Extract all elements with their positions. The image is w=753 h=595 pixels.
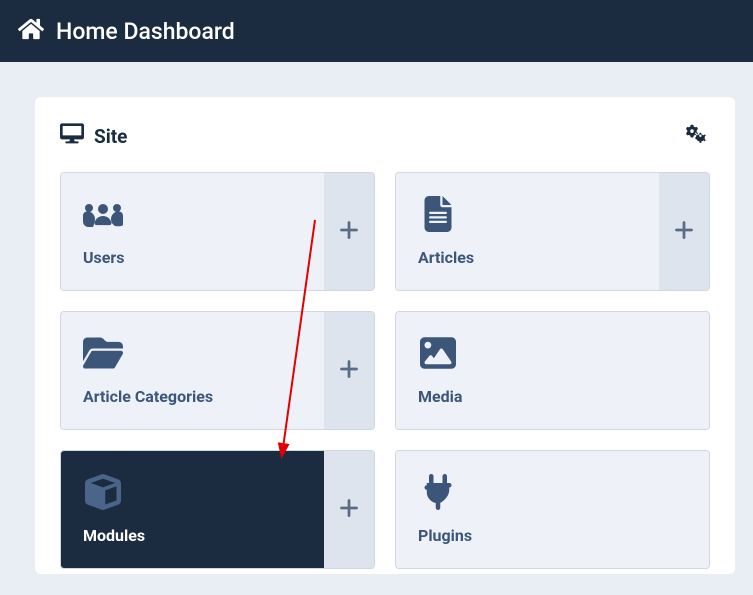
tile-plugins[interactable]: Plugins <box>395 450 710 569</box>
panel-title: Site <box>60 122 127 150</box>
plug-icon <box>418 474 687 514</box>
add-article-button[interactable] <box>659 173 709 290</box>
tile-main-articles[interactable]: Articles <box>396 173 659 290</box>
home-icon <box>18 16 44 46</box>
tile-label-media: Media <box>418 387 687 406</box>
tile-users[interactable]: Users <box>60 172 375 291</box>
plus-icon <box>338 219 360 245</box>
users-icon <box>83 196 302 236</box>
site-panel: Site Users <box>35 97 735 574</box>
gears-icon[interactable] <box>686 122 710 150</box>
desktop-icon <box>60 122 84 150</box>
tile-main-modules[interactable]: Modules <box>61 451 324 568</box>
tile-label-categories: Article Categories <box>83 387 302 406</box>
tile-main-users[interactable]: Users <box>61 173 324 290</box>
tile-main-categories[interactable]: Article Categories <box>61 312 324 429</box>
page-title: Home Dashboard <box>56 18 235 45</box>
plus-icon <box>338 358 360 384</box>
plus-icon <box>338 497 360 523</box>
content-area: Site Users <box>0 62 753 574</box>
tile-categories[interactable]: Article Categories <box>60 311 375 430</box>
add-category-button[interactable] <box>324 312 374 429</box>
tile-media[interactable]: Media <box>395 311 710 430</box>
tile-label-users: Users <box>83 248 302 267</box>
file-icon <box>418 196 637 236</box>
cube-icon <box>83 474 302 514</box>
add-module-button[interactable] <box>324 451 374 568</box>
tile-label-modules: Modules <box>83 526 302 545</box>
folder-open-icon <box>83 335 302 375</box>
tile-label-articles: Articles <box>418 248 637 267</box>
tile-main-media[interactable]: Media <box>396 312 709 429</box>
tile-label-plugins: Plugins <box>418 526 687 545</box>
tile-articles[interactable]: Articles <box>395 172 710 291</box>
tiles-grid: Users Articles <box>60 172 710 569</box>
panel-header: Site <box>60 122 710 150</box>
tile-modules[interactable]: Modules <box>60 450 375 569</box>
plus-icon <box>673 219 695 245</box>
image-icon <box>418 335 687 375</box>
dashboard-header: Home Dashboard <box>0 0 753 62</box>
add-user-button[interactable] <box>324 173 374 290</box>
panel-title-text: Site <box>94 125 127 148</box>
tile-main-plugins[interactable]: Plugins <box>396 451 709 568</box>
